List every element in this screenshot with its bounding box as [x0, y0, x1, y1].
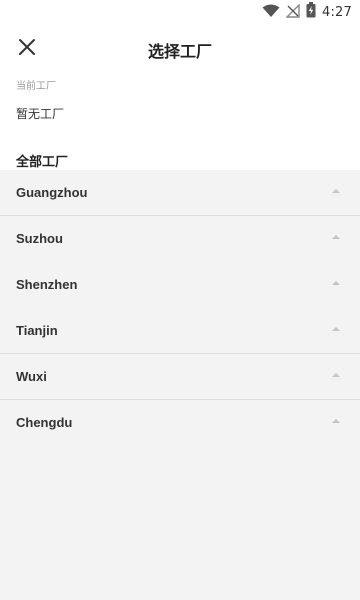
- wifi-icon: [262, 3, 280, 22]
- battery-charging-icon: [306, 2, 316, 22]
- status-time: 4:27: [322, 4, 352, 20]
- caret-up-icon: [332, 373, 340, 377]
- factory-item-guangzhou[interactable]: Guangzhou: [0, 170, 360, 216]
- factory-item-wuxi[interactable]: Wuxi: [0, 354, 360, 400]
- current-factory-value: 暂无工厂: [16, 107, 65, 121]
- status-icons: 4:27: [262, 2, 352, 22]
- factory-item-suzhou[interactable]: Suzhou: [0, 216, 360, 262]
- factory-item-label: Guangzhou: [16, 185, 88, 200]
- caret-up-icon: [332, 419, 340, 423]
- caret-up-icon: [332, 327, 340, 331]
- factory-item-label: Suzhou: [16, 231, 63, 246]
- factory-item-chengdu[interactable]: Chengdu: [0, 400, 360, 446]
- status-bar: 4:27: [0, 0, 360, 24]
- factory-item-tianjin[interactable]: Tianjin: [0, 308, 360, 354]
- factory-item-shenzhen[interactable]: Shenzhen: [0, 262, 360, 308]
- caret-up-icon: [332, 235, 340, 239]
- factory-select-screen: 4:27 选择工厂 当前工厂 暂无工厂 全部工厂 Guangzhou Suzho…: [0, 0, 360, 600]
- all-factories-label: 全部工厂: [16, 155, 69, 170]
- factory-item-label: Tianjin: [16, 323, 58, 338]
- factory-list: Guangzhou Suzhou Shenzhen Tianjin Wuxi C…: [0, 170, 360, 600]
- caret-up-icon: [332, 189, 340, 193]
- no-signal-icon: [285, 2, 300, 22]
- caret-up-icon: [332, 281, 340, 285]
- factory-item-label: Shenzhen: [16, 277, 78, 292]
- page-title: 选择工厂: [147, 42, 212, 61]
- current-factory-label: 当前工厂: [16, 81, 56, 92]
- factory-item-label: Chengdu: [16, 415, 73, 430]
- factory-item-label: Wuxi: [16, 369, 47, 384]
- header: 选择工厂: [0, 24, 360, 74]
